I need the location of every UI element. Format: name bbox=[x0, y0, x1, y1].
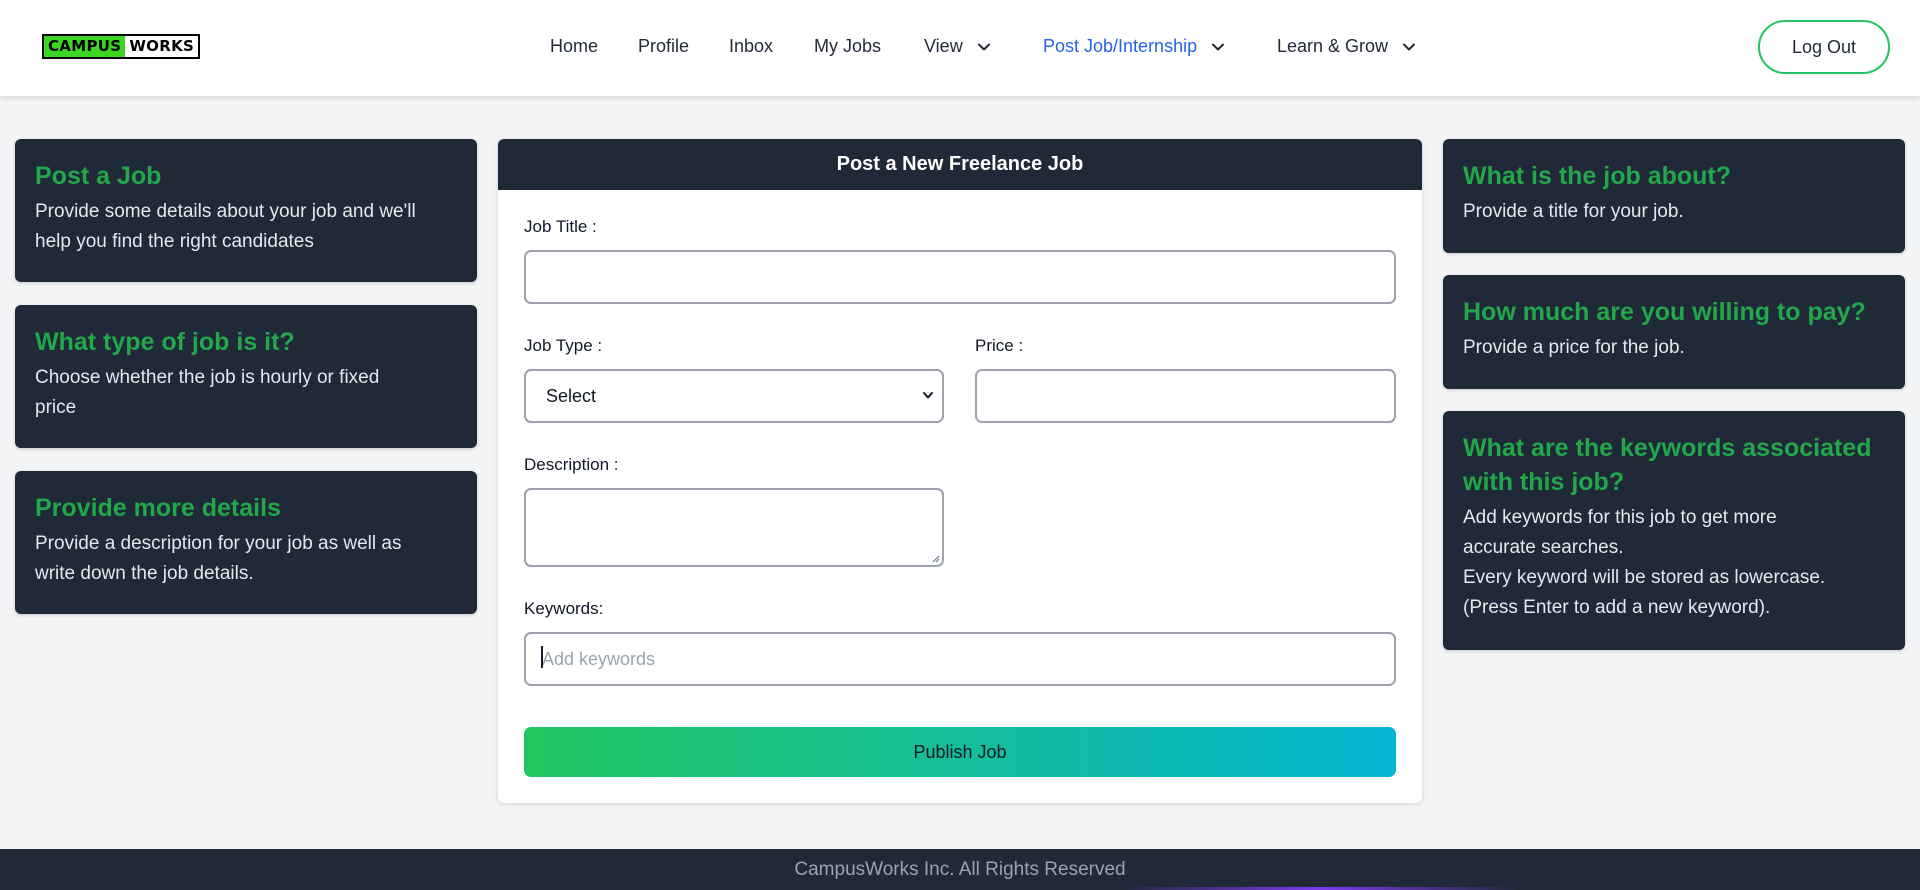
help-card-details: Provide more details Provide a descripti… bbox=[15, 471, 477, 614]
help-card-pay: How much are you willing to pay? Provide… bbox=[1443, 275, 1905, 389]
nav-my-jobs[interactable]: My Jobs bbox=[814, 36, 881, 57]
help-card-title: How much are you willing to pay? bbox=[1463, 298, 1866, 326]
nav-post-job-dropdown[interactable]: Post Job/Internship bbox=[1043, 36, 1225, 57]
nav-learn-grow-label: Learn & Grow bbox=[1277, 36, 1389, 56]
price-label: Price : bbox=[975, 336, 1024, 355]
nav-post-job-label: Post Job/Internship bbox=[1043, 36, 1198, 56]
footer-copyright: CampusWorks Inc. All Rights Reserved bbox=[794, 858, 1126, 880]
job-title-label: Job Title : bbox=[524, 217, 597, 236]
help-card-keywords: What are the keywords associated with th… bbox=[1443, 411, 1905, 650]
help-card-text: Add keywords for this job to get more ac… bbox=[1463, 507, 1826, 618]
help-card-title: What is the job about? bbox=[1463, 162, 1732, 190]
chevron-down-icon bbox=[977, 40, 991, 54]
chevron-down-icon bbox=[1402, 40, 1416, 54]
main-nav: Home Profile Inbox My Jobs View Post Job… bbox=[0, 0, 1920, 96]
help-card-title: Provide more details bbox=[35, 494, 281, 522]
help-card-text: Provide a title for your job. bbox=[1463, 201, 1684, 222]
help-card-post-job: Post a Job Provide some details about yo… bbox=[15, 139, 477, 282]
nav-view-label: View bbox=[924, 36, 963, 56]
keywords-input[interactable] bbox=[524, 632, 1396, 686]
keywords-label: Keywords: bbox=[524, 599, 604, 618]
job-type-select[interactable]: Select bbox=[524, 369, 944, 423]
resize-handle-icon[interactable] bbox=[930, 553, 940, 563]
help-card-text: Provide some details about your job and … bbox=[35, 201, 416, 252]
top-navbar: CAMPUS WORKS Home Profile Inbox My Jobs … bbox=[0, 0, 1920, 96]
help-card-job-type: What type of job is it? Choose whether t… bbox=[15, 305, 477, 448]
nav-home-label: Home bbox=[550, 36, 599, 56]
help-card-text: Provide a description for your job as we… bbox=[35, 533, 402, 584]
chevron-down-icon bbox=[1211, 40, 1225, 54]
nav-profile[interactable]: Profile bbox=[638, 36, 689, 57]
description-textarea[interactable] bbox=[524, 488, 944, 567]
post-job-form: Post a New Freelance Job Job Title : Job… bbox=[498, 139, 1422, 803]
publish-job-button[interactable]: Publish Job bbox=[524, 727, 1396, 777]
nav-inbox-label: Inbox bbox=[729, 36, 774, 56]
job-type-label: Job Type : bbox=[524, 336, 603, 355]
form-heading: Post a New Freelance Job bbox=[498, 139, 1422, 190]
text-cursor bbox=[541, 646, 543, 668]
job-title-input[interactable] bbox=[524, 250, 1396, 304]
help-card-text: Choose whether the job is hourly or fixe… bbox=[35, 367, 380, 418]
nav-my-jobs-label: My Jobs bbox=[814, 36, 882, 56]
job-type-selected-value: Select bbox=[546, 385, 597, 406]
help-card-title: What are the keywords associated with th… bbox=[1463, 434, 1872, 496]
nav-home[interactable]: Home bbox=[550, 36, 598, 57]
logout-button[interactable]: Log Out bbox=[1758, 20, 1890, 74]
nav-view-dropdown[interactable]: View bbox=[924, 36, 991, 57]
description-label: Description : bbox=[524, 455, 619, 474]
help-card-job-about: What is the job about? Provide a title f… bbox=[1443, 139, 1905, 253]
nav-inbox[interactable]: Inbox bbox=[729, 36, 773, 57]
help-card-text: Provide a price for the job. bbox=[1463, 337, 1685, 358]
help-card-title: What type of job is it? bbox=[35, 328, 295, 356]
chevron-down-icon bbox=[922, 389, 934, 401]
help-card-title: Post a Job bbox=[35, 162, 162, 190]
footer: CampusWorks Inc. All Rights Reserved bbox=[0, 849, 1920, 890]
nav-learn-grow-dropdown[interactable]: Learn & Grow bbox=[1277, 36, 1416, 57]
nav-profile-label: Profile bbox=[638, 36, 690, 56]
price-input[interactable] bbox=[975, 369, 1396, 423]
